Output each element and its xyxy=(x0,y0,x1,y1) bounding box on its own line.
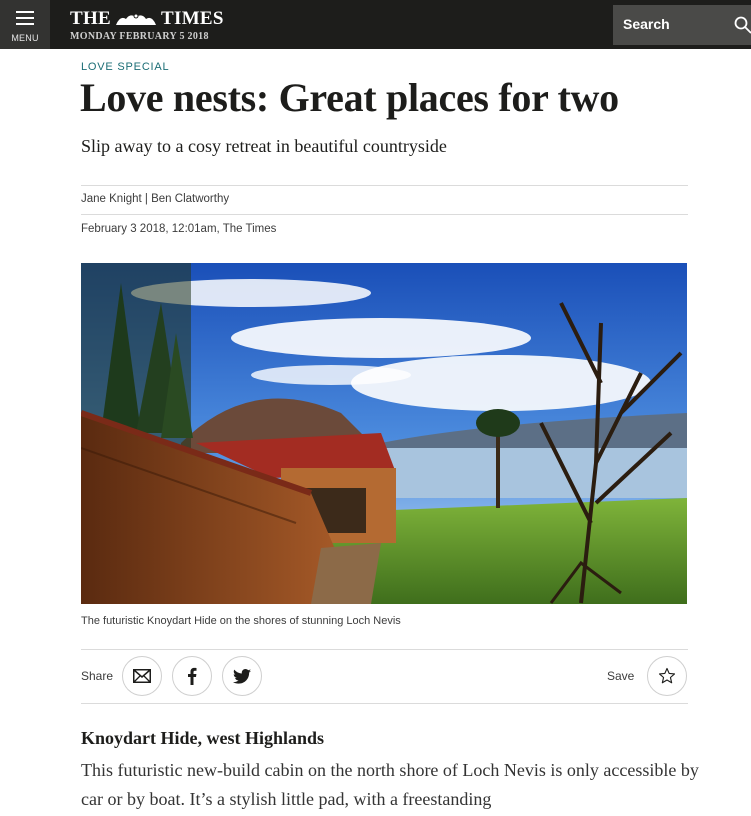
section-label[interactable]: LOVE SPECIAL xyxy=(81,61,169,73)
divider xyxy=(81,185,688,186)
facebook-icon xyxy=(188,667,197,685)
image-caption: The futuristic Knoydart Hide on the shor… xyxy=(81,615,401,627)
search-label: Search xyxy=(623,16,670,32)
hamburger-icon xyxy=(16,11,34,29)
hero-image xyxy=(81,263,687,604)
masthead-times: TIMES xyxy=(161,8,224,29)
publish-date: February 3 2018, 12:01am, The Times xyxy=(81,223,277,235)
star-icon xyxy=(658,667,676,684)
search-box[interactable]: Search xyxy=(613,5,751,45)
email-icon xyxy=(133,669,151,683)
dateline: MONDAY FEBRUARY 5 2018 xyxy=(70,31,209,42)
article-headline: Love nests: Great places for two xyxy=(80,75,619,120)
save-label[interactable]: Save xyxy=(607,669,634,683)
share-email-button[interactable] xyxy=(122,656,162,696)
share-facebook-button[interactable] xyxy=(172,656,212,696)
share-twitter-button[interactable] xyxy=(222,656,262,696)
search-icon[interactable] xyxy=(734,16,751,34)
menu-label: MENU xyxy=(11,33,39,43)
crest-icon xyxy=(116,13,157,25)
masthead-logo[interactable]: THE TIMES xyxy=(70,8,224,30)
article-body: This futuristic new-build cabin on the n… xyxy=(81,760,699,809)
byline[interactable]: Jane Knight | Ben Clatworthy xyxy=(81,193,229,205)
article-standfirst: Slip away to a cosy retreat in beautiful… xyxy=(81,136,447,156)
divider xyxy=(81,703,688,704)
menu-button[interactable]: MENU xyxy=(0,0,50,49)
divider xyxy=(81,214,688,215)
hero-image-illustration xyxy=(81,263,687,604)
twitter-icon xyxy=(233,668,251,684)
divider xyxy=(81,649,688,650)
masthead-the: THE xyxy=(70,8,112,29)
save-button[interactable] xyxy=(647,656,687,696)
article-subhead: Knoydart Hide, west Highlands xyxy=(81,728,325,748)
top-bar: MENU THE TIMES MONDAY FEBRUARY 5 2018 Se… xyxy=(0,0,751,49)
share-label: Share xyxy=(81,669,114,683)
